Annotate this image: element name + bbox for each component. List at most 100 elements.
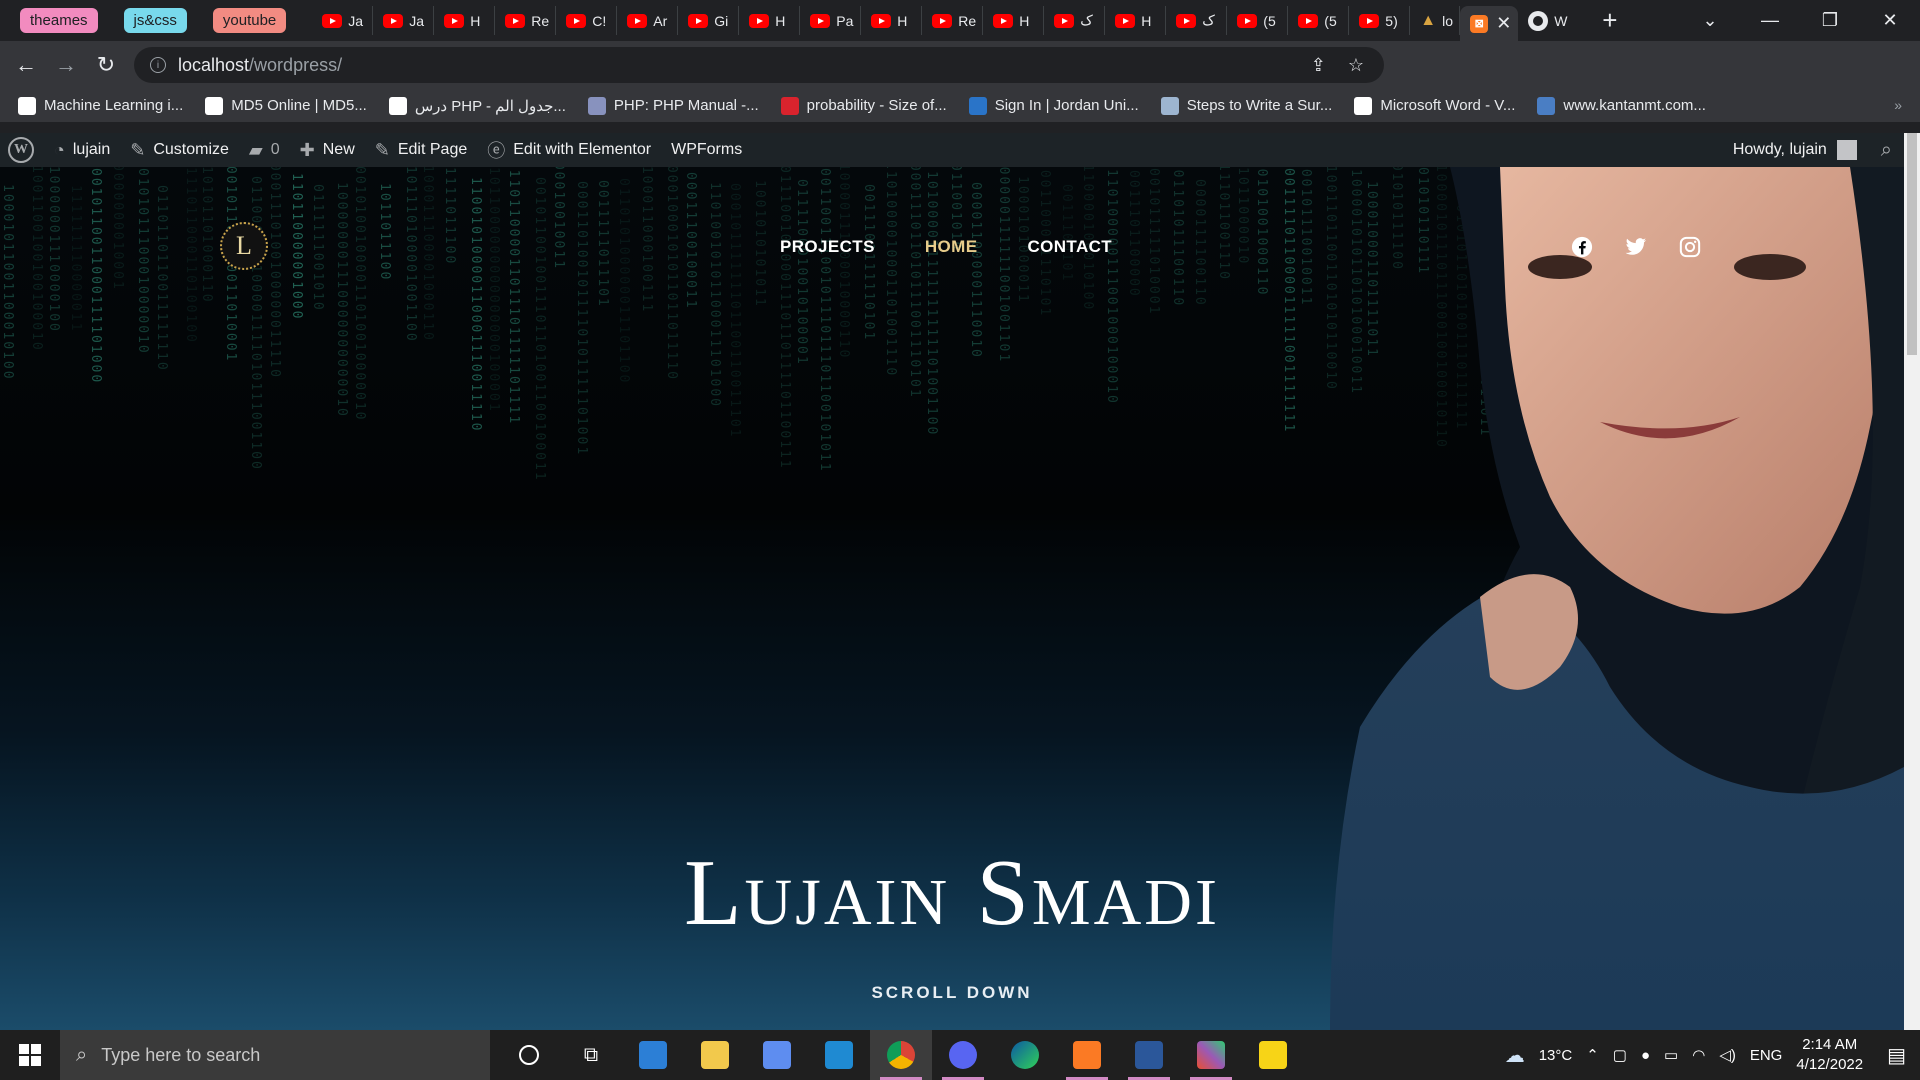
discord-app[interactable] [932,1030,994,1080]
tab-youtube[interactable]: H [983,6,1045,35]
page-scrollbar[interactable] [1904,133,1920,1030]
twitter-icon[interactable] [1624,235,1648,259]
tab-group-youtube[interactable]: youtube [212,8,287,33]
tab-youtube[interactable]: Re [495,6,557,35]
share-icon[interactable]: ⇪ [1311,55,1326,76]
bookmark-item[interactable]: MD5 Online | MD5... [205,96,367,115]
bookmark-item[interactable]: probability - Size of... [780,96,947,115]
wp-site-name[interactable]: ◔ lujain [54,140,110,161]
git-app[interactable] [1180,1030,1242,1080]
bookmark-item[interactable]: Sign In | Jordan Uni... [968,96,1139,115]
restore-button[interactable]: ❐ [1800,10,1860,31]
user-avatar[interactable] [1836,140,1857,160]
matrix-rain-column: 010101001000110 [1254,167,1269,297]
sticky-notes-app[interactable] [1242,1030,1304,1080]
tab-youtube[interactable]: (5 [1288,6,1350,35]
menu-item-home[interactable]: HOME [925,237,978,257]
bookmark-item[interactable]: PHP: PHP Manual -... [587,96,759,115]
tab-title: Ar [653,12,668,29]
tab-youtube[interactable]: (5 [1227,6,1289,35]
tab-youtube[interactable]: Gi [678,6,740,35]
tab-youtube[interactable]: H [739,6,801,35]
minimize-button[interactable]: — [1740,10,1800,31]
vscode-app[interactable] [808,1030,870,1080]
wp-edit-page[interactable]: ✎ Edit Page [375,140,467,161]
cortana-button[interactable] [498,1030,560,1080]
bookmark-item[interactable]: www.kantanmt.com... [1537,96,1706,115]
bookmark-star-icon[interactable]: ☆ [1348,55,1364,76]
xampp-app[interactable] [1056,1030,1118,1080]
matrix-rain-column: 0011101111110101 [861,184,876,342]
site-info-icon[interactable]: i [150,57,166,73]
tab-search-icon[interactable]: ⌄ [1680,10,1740,31]
tab-youtube[interactable]: Re [922,6,984,35]
chrome-app[interactable] [870,1030,932,1080]
reload-button[interactable]: ↻ [86,52,126,78]
search-icon[interactable]: ⌕ [1881,139,1892,162]
chevron-up-icon[interactable]: ⌃ [1586,1046,1599,1064]
bookmark-item[interactable]: درس PHP - جدول الم... [388,96,566,115]
tab-youtube[interactable]: H [1105,6,1167,35]
tab-youtube[interactable]: Pa [800,6,862,35]
tab-fandom[interactable]: ▲ lo [1410,6,1461,35]
tab-youtube[interactable]: ک [1044,6,1106,35]
scrollbar-thumb[interactable] [1907,133,1917,355]
tab-group-jscss[interactable]: js&css [123,8,187,33]
tab-youtube[interactable]: Ja [373,6,435,35]
file-explorer-app[interactable] [684,1030,746,1080]
weather-temp[interactable]: 13°C [1539,1047,1573,1064]
tab-youtube[interactable]: 5) [1349,6,1411,35]
clock[interactable]: 2:14 AM 4/12/2022 [1796,1035,1863,1075]
site-logo[interactable]: L [220,222,268,270]
url-host: localhost [178,54,250,75]
wp-logo-menu[interactable]: W [8,137,34,163]
wp-howdy[interactable]: Howdy, lujain [1733,141,1827,159]
tab-youtube[interactable]: H [861,6,923,35]
facebook-icon[interactable] [1570,235,1594,259]
back-button[interactable]: ← [6,52,46,78]
task-view-button[interactable]: ⧉ [560,1030,622,1080]
tab-active-localhost[interactable]: ⊠ ✕ [1460,6,1519,41]
start-button[interactable] [0,1030,60,1080]
word-app[interactable] [1118,1030,1180,1080]
language-indicator[interactable]: ENG [1750,1047,1783,1064]
device-icon[interactable]: ▢ [1613,1046,1627,1064]
tab-youtube[interactable]: ک [1166,6,1228,35]
store-app[interactable] [746,1030,808,1080]
forward-button[interactable]: → [46,52,86,78]
tab-youtube[interactable]: Ar [617,6,679,35]
menu-item-projects[interactable]: PROJECTS [780,237,875,257]
bookmark-item[interactable]: Steps to Write a Sur... [1160,96,1332,115]
notifications-icon[interactable]: ▤ [1887,1043,1906,1068]
new-tab-button[interactable]: + [1602,5,1617,36]
wp-comments[interactable]: ▰ 0 [249,140,280,161]
edge-app[interactable] [994,1030,1056,1080]
battery-icon[interactable]: ▭ [1664,1046,1678,1064]
tab-youtube[interactable]: Ja [312,6,374,35]
tab-youtube[interactable]: H [434,6,496,35]
wp-edit-elementor[interactable]: ⓔ Edit with Elementor [487,137,651,163]
bookmark-item[interactable]: Microsoft Word - V... [1354,96,1515,115]
wifi-icon[interactable]: ◠ [1692,1046,1705,1064]
tab-group-theames[interactable]: theames [20,8,98,33]
matrix-rain-column: 0001101001011110101111101001 [574,181,589,457]
wp-customize[interactable]: ✎ Customize [130,140,229,161]
address-bar[interactable]: i localhost/wordpress/ ⇪ ☆ [134,47,1384,83]
bookmark-item[interactable]: Machine Learning i... [18,96,183,115]
close-window-button[interactable]: ✕ [1860,10,1920,31]
volume-icon[interactable]: ◁) [1719,1046,1736,1064]
taskbar-search[interactable]: ⌕ Type here to search [60,1030,490,1080]
weather-cloud-icon[interactable]: ☁ [1505,1043,1525,1068]
mail-app[interactable] [622,1030,684,1080]
wp-wpforms[interactable]: WPForms [671,141,742,159]
tab-github[interactable]: W [1518,6,1574,35]
matrix-rain-column: 0000000111111001001101 [996,167,1011,364]
instagram-icon[interactable] [1678,235,1702,259]
tab-youtube[interactable]: C! [556,6,618,35]
scroll-down-link[interactable]: SCROLL DOWN [0,983,1904,1003]
menu-item-contact[interactable]: CONTACT [1027,237,1112,257]
more-bookmarks-icon[interactable]: » [1894,97,1902,113]
close-tab-icon[interactable]: ✕ [1496,13,1511,34]
microphone-icon[interactable]: ● [1641,1047,1650,1064]
wp-new[interactable]: ✚ New [300,140,355,161]
